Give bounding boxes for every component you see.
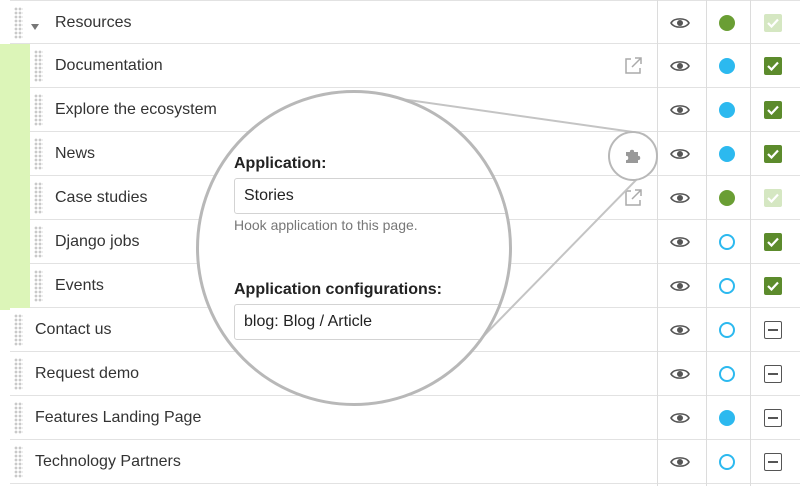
puzzle-icon: [626, 149, 641, 163]
application-configurations-select[interactable]: blog: Blog / Article: [234, 304, 509, 340]
application-select[interactable]: Stories: [234, 178, 509, 214]
application-configurations-label: Application configurations:: [234, 281, 442, 298]
application-label: Application:: [234, 155, 327, 172]
application-settings-zoom: Application: Stories Hook application to…: [196, 90, 512, 406]
application-help-text: Hook application to this page.: [234, 217, 418, 233]
puzzle-icon-highlight[interactable]: [608, 131, 658, 181]
